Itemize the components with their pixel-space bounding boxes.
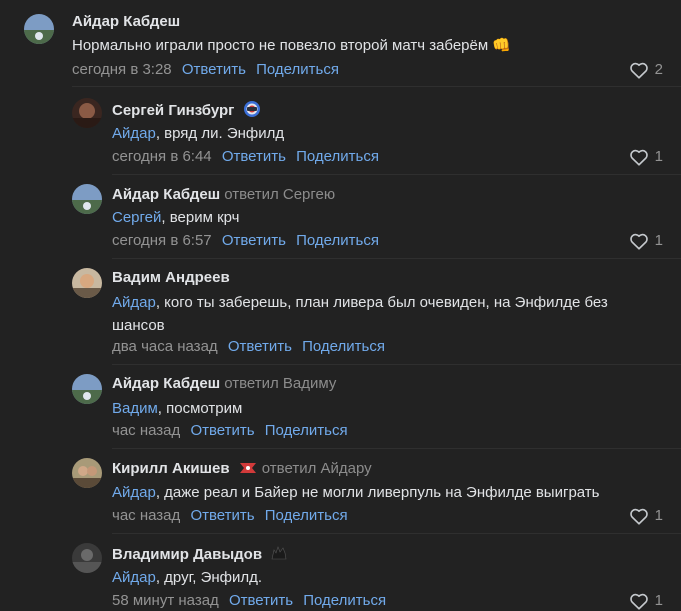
comment-header: Айдар Кабдеш ответил Вадиму	[112, 374, 336, 394]
reply-to-label[interactable]: ответил Вадиму	[224, 375, 336, 392]
reply-to-label[interactable]: ответил Айдару	[262, 460, 372, 477]
comment-header: Айдар Кабдеш	[72, 12, 180, 32]
share-button[interactable]: Поделиться	[265, 507, 348, 524]
like-button[interactable]: 1	[629, 231, 663, 251]
spartak-badge-icon	[238, 460, 258, 482]
comment-date[interactable]: сегодня в 6:44	[112, 148, 212, 165]
like-count: 1	[654, 232, 663, 249]
comment-body: , посмотрим	[157, 400, 243, 417]
reply-button[interactable]: Ответить	[222, 148, 286, 165]
divider	[72, 86, 681, 87]
comment-date[interactable]: два часа назад	[112, 338, 218, 355]
mention-link[interactable]: Айдар	[112, 569, 156, 586]
divider	[112, 448, 681, 449]
mention-link[interactable]: Сергей	[112, 209, 161, 226]
comment-meta: сегодня в 6:57 Ответить Поделиться	[112, 231, 379, 251]
comment-text: Айдар, друг, Энфилд.	[112, 566, 262, 589]
avatar[interactable]	[72, 184, 102, 214]
like-button[interactable]: 1	[629, 506, 663, 526]
mention-link[interactable]: Айдар	[112, 484, 156, 501]
comment-text: Сергей, верим крч	[112, 206, 239, 229]
comment-text: Айдар, даже реал и Байер не могли ливерп…	[112, 481, 599, 504]
comment-header: Кирилл Акишев ответил Айдару	[112, 459, 372, 482]
like-button[interactable]: 1	[629, 591, 663, 611]
author-name[interactable]: Владимир Давыдов	[112, 546, 262, 563]
divider	[112, 533, 681, 534]
comment-date[interactable]: час назад	[112, 507, 180, 524]
avatar[interactable]	[72, 458, 102, 488]
reply-button[interactable]: Ответить	[182, 61, 246, 78]
avatar[interactable]	[72, 268, 102, 298]
author-name[interactable]: Айдар Кабдеш	[112, 186, 220, 203]
avatar[interactable]	[72, 98, 102, 128]
comment-text: Нормально играли просто не повезло второ…	[72, 34, 511, 57]
captain-shield-icon	[243, 100, 261, 124]
share-button[interactable]: Поделиться	[265, 422, 348, 439]
author-name[interactable]: Сергей Гинзбург	[112, 102, 234, 119]
comment-date[interactable]: сегодня в 3:28	[72, 61, 172, 78]
author-name[interactable]: Айдар Кабдеш	[72, 13, 180, 30]
divider	[112, 364, 681, 365]
comment-meta: час назад Ответить Поделиться	[112, 421, 348, 441]
author-name[interactable]: Айдар Кабдеш	[112, 375, 220, 392]
comment-body: , верим крч	[161, 209, 240, 226]
comment-body: , друг, Энфилд.	[155, 569, 263, 586]
mention-link[interactable]: Вадим	[112, 400, 158, 417]
comment-body: , кого ты заберешь, план ливера был очев…	[155, 294, 608, 311]
comment-body: , даже реал и Байер не могли ливерпуль н…	[155, 484, 600, 501]
author-name[interactable]: Кирилл Акишев	[112, 460, 230, 477]
comment-thread: Айдар Кабдеш Нормально играли просто не …	[0, 0, 681, 611]
like-count: 2	[654, 61, 663, 78]
like-button[interactable]: 1	[629, 147, 663, 167]
comment-header: Сергей Гинзбург	[112, 100, 261, 124]
like-button[interactable]: 2	[629, 60, 663, 80]
mention-link[interactable]: Айдар	[112, 125, 156, 142]
comment-meta: два часа назад Ответить Поделиться	[112, 337, 385, 357]
reply-button[interactable]: Ответить	[222, 232, 286, 249]
avatar[interactable]	[72, 374, 102, 404]
comment-date[interactable]: час назад	[112, 422, 180, 439]
comment-header: Вадим Андреев	[112, 268, 230, 288]
divider	[112, 258, 681, 259]
comment-text: Айдар, кого ты заберешь, план ливера был…	[112, 291, 662, 337]
comment-text: Айдар, вряд ли. Энфилд	[112, 122, 284, 145]
comment-meta: 58 минут назад Ответить Поделиться	[112, 591, 386, 611]
reply-button[interactable]: Ответить	[228, 338, 292, 355]
comment-body: Нормально играли просто не повезло второ…	[72, 37, 512, 54]
reply-button[interactable]: Ответить	[190, 422, 254, 439]
heart-icon	[629, 149, 648, 166]
like-count: 1	[654, 148, 663, 165]
mention-link[interactable]: Айдар	[112, 294, 156, 311]
share-button[interactable]: Поделиться	[302, 338, 385, 355]
share-button[interactable]: Поделиться	[303, 592, 386, 609]
heart-icon	[629, 233, 648, 250]
reply-button[interactable]: Ответить	[190, 507, 254, 524]
avatar[interactable]	[72, 543, 102, 573]
wolf-icon	[270, 544, 288, 568]
comment-text: Вадим, посмотрим	[112, 397, 242, 420]
comment-meta: сегодня в 3:28 Ответить Поделиться	[72, 60, 339, 80]
comment-meta: сегодня в 6:44 Ответить Поделиться	[112, 147, 379, 167]
divider	[112, 174, 681, 175]
heart-icon	[629, 593, 648, 610]
comment-body: , вряд ли. Энфилд	[155, 125, 285, 142]
reply-button[interactable]: Ответить	[229, 592, 293, 609]
heart-icon	[629, 508, 648, 525]
comment-date[interactable]: сегодня в 6:57	[112, 232, 212, 249]
like-count: 1	[654, 507, 663, 524]
avatar[interactable]	[24, 14, 54, 44]
author-name[interactable]: Вадим Андреев	[112, 269, 230, 286]
share-button[interactable]: Поделиться	[296, 232, 379, 249]
share-button[interactable]: Поделиться	[296, 148, 379, 165]
comment-date[interactable]: 58 минут назад	[112, 592, 219, 609]
comment-header: Владимир Давыдов	[112, 544, 288, 568]
heart-icon	[629, 62, 648, 79]
share-button[interactable]: Поделиться	[256, 61, 339, 78]
comment-meta: час назад Ответить Поделиться	[112, 506, 348, 526]
comment-header: Айдар Кабдеш ответил Сергею	[112, 185, 335, 205]
reply-to-label[interactable]: ответил Сергею	[224, 186, 335, 203]
comment-body-line2: шансов	[112, 317, 165, 334]
like-count: 1	[654, 592, 663, 609]
